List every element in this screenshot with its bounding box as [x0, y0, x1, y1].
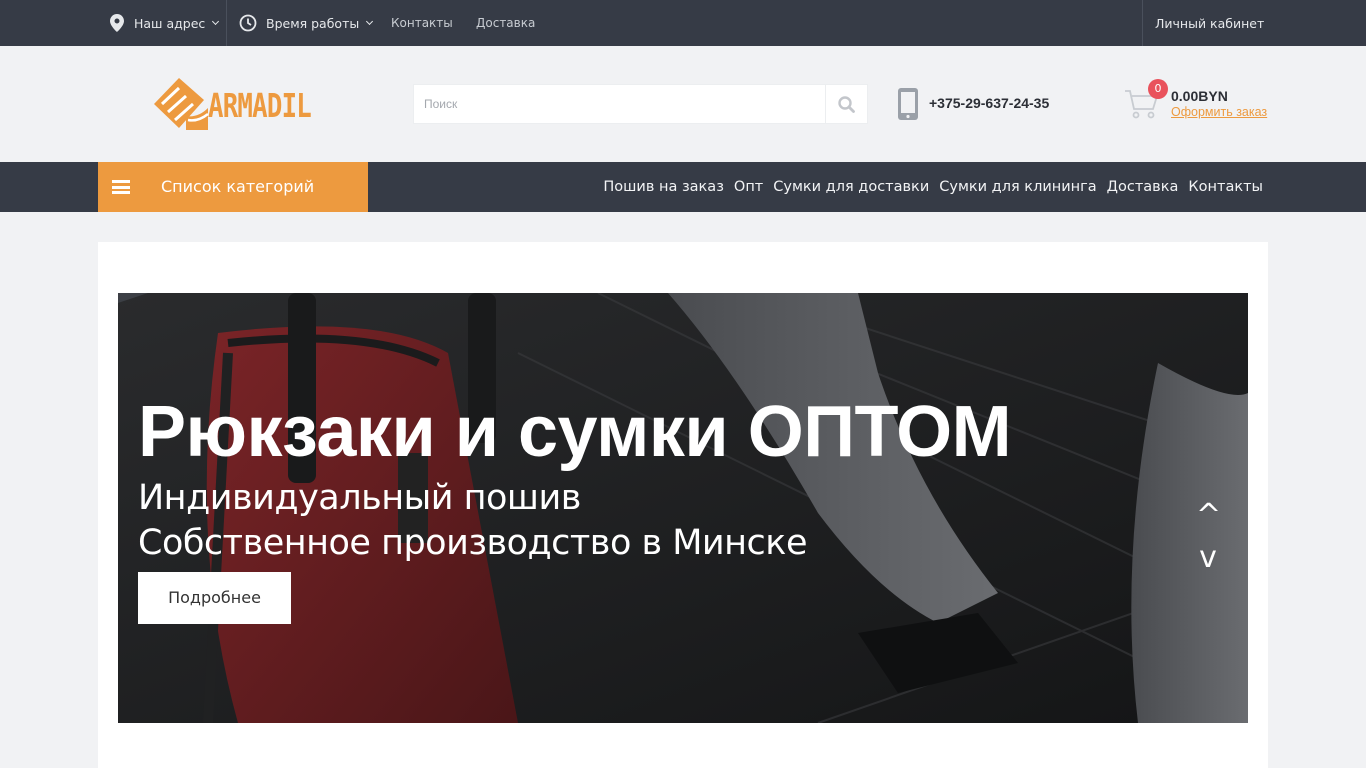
logo[interactable]: ARMADIL	[152, 76, 317, 132]
search-box	[413, 84, 868, 124]
nav-link-wholesale[interactable]: Опт	[734, 179, 763, 195]
nav-link-delivery-bags[interactable]: Сумки для доставки	[773, 179, 929, 195]
divider	[1142, 0, 1143, 46]
nav-link-delivery[interactable]: Доставка	[1107, 179, 1179, 195]
chevron-down-icon	[366, 17, 374, 26]
site-header: ARMADIL +375-29-637-24-35 0 0.00BYN Офор…	[0, 46, 1366, 162]
banner-subtitle-1: Индивидуальный пошив	[138, 478, 581, 518]
logo-mark-icon	[154, 78, 209, 130]
hamburger-menu-icon	[112, 180, 130, 194]
main-nav: Список категорий Пошив на заказ Опт Сумк…	[0, 162, 1366, 212]
banner-title: Рюкзаки и сумки ОПТОМ	[138, 392, 1012, 472]
divider	[226, 0, 227, 46]
checkout-link[interactable]: Оформить заказ	[1171, 105, 1267, 119]
account-link[interactable]: Личный кабинет	[1155, 0, 1264, 46]
categories-button[interactable]: Список категорий	[98, 162, 368, 212]
clock-icon	[239, 14, 257, 32]
nav-link-contacts[interactable]: Контакты	[1188, 179, 1263, 195]
phone-number[interactable]: +375-29-637-24-35	[929, 95, 1049, 111]
hours-label: Время работы	[266, 15, 360, 31]
hero-slider: Рюкзаки и сумки ОПТОМ Индивидуальный пош…	[118, 293, 1248, 723]
map-pin-icon	[110, 14, 124, 32]
top-bar: Наш адрес Время работы Контакты Доставка…	[0, 0, 1366, 46]
address-dropdown[interactable]: Наш адрес	[110, 0, 220, 46]
nav-link-cleaning-bags[interactable]: Сумки для клининга	[939, 179, 1096, 195]
search-button[interactable]	[825, 85, 867, 123]
categories-label: Список категорий	[161, 177, 315, 196]
mobile-phone-icon	[898, 88, 918, 120]
nav-links: Пошив на заказ Опт Сумки для доставки Су…	[603, 162, 1263, 212]
cart-total: 0.00BYN	[1171, 88, 1228, 104]
chevron-down-icon	[212, 17, 220, 26]
banner-subtitle-2: Собственное производство в Минске	[138, 523, 807, 563]
cart-count-badge: 0	[1148, 79, 1168, 99]
slider-next-arrow[interactable]: v	[1196, 543, 1220, 573]
slider-prev-arrow[interactable]: ^	[1196, 501, 1221, 531]
more-details-button[interactable]: Подробнее	[138, 572, 291, 624]
address-label: Наш адрес	[134, 15, 206, 31]
nav-link-custom-sewing[interactable]: Пошив на заказ	[603, 179, 724, 195]
delivery-link[interactable]: Доставка	[476, 0, 535, 46]
contacts-link[interactable]: Контакты	[391, 0, 453, 46]
logo-text: ARMADIL	[208, 86, 312, 125]
search-icon	[838, 95, 855, 113]
hours-dropdown[interactable]: Время работы	[239, 0, 374, 46]
search-input[interactable]	[414, 85, 826, 123]
